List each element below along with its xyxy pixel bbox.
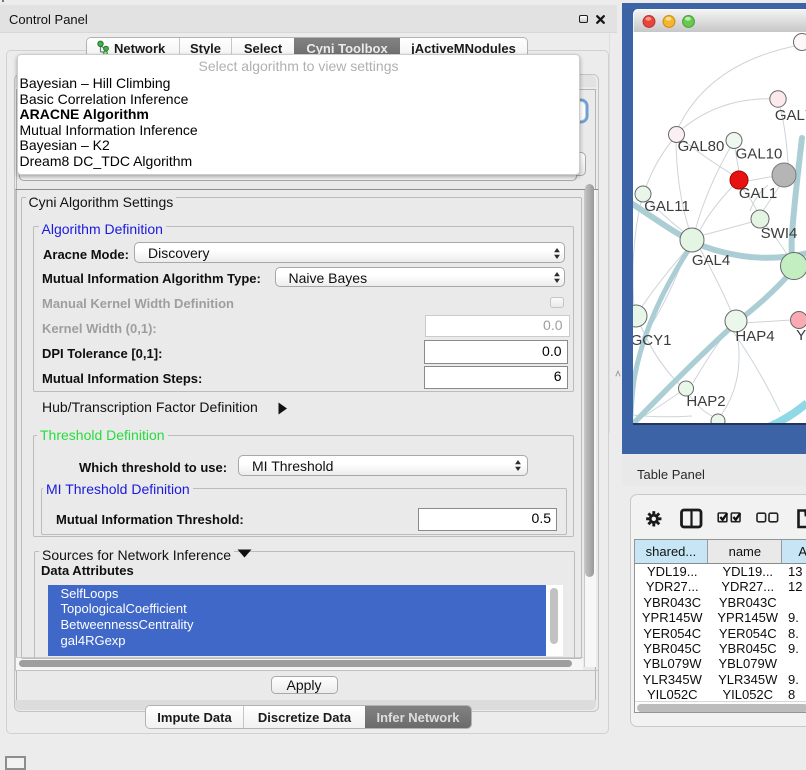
svg-text:GAL1: GAL1 — [739, 185, 777, 202]
svg-text:GAL80: GAL80 — [678, 138, 725, 155]
svg-text:SWI4: SWI4 — [761, 225, 798, 242]
svg-text:GCY1: GCY1 — [633, 332, 671, 349]
svg-text:GAL11: GAL11 — [644, 198, 690, 215]
svg-text:GAL10: GAL10 — [736, 146, 783, 163]
svg-text:HAP2: HAP2 — [686, 393, 725, 410]
svg-text:YDR: YDR — [796, 327, 806, 344]
svg-text:HAP4: HAP4 — [735, 328, 774, 345]
svg-text:GAL4: GAL4 — [692, 252, 730, 269]
svg-text:GAL7: GAL7 — [775, 107, 806, 124]
